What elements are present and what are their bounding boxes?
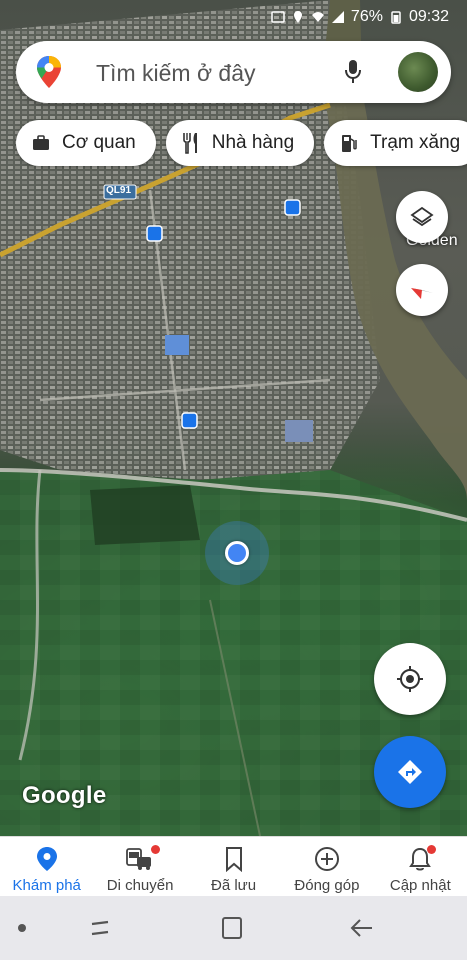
explore-pin-icon [36,847,57,871]
image-notification-icon [271,11,285,23]
home-icon[interactable] [218,914,246,942]
chip-label: Nhà hàng [211,132,295,153]
chip-work[interactable]: Cơ quan [16,120,156,166]
directions-icon [398,760,422,784]
nav-updates[interactable]: Cập nhật [374,837,467,896]
nav-label: Di chuyển [106,877,174,894]
chip-restaurants[interactable]: Nhà hàng [165,120,315,166]
commute-badge [151,845,161,854]
my-location-button[interactable] [374,643,446,715]
location-status-icon [293,11,302,23]
system-navigation-bar [0,896,467,960]
battery-icon [391,11,401,24]
nav-label: Đóng góp [294,877,360,894]
nav-label: Cập nhật [389,877,451,894]
clock: 09:32 [408,8,449,25]
battery-percent: 76% [350,8,383,25]
search-input[interactable]: Tìm kiếm ở đây [96,60,256,87]
search-bar[interactable]: Tìm kiếm ở đây [16,41,451,103]
recent-apps-icon[interactable] [86,914,114,942]
back-icon[interactable] [348,914,376,942]
google-attribution: Google [22,782,107,809]
status-bar: 76% 09:32 [0,0,467,32]
wifi-icon [311,12,324,22]
road-label: QL91 [106,185,132,196]
briefcase-icon [33,135,49,150]
compass-icon [411,288,433,299]
current-location-dot[interactable] [225,541,249,565]
bottom-navigation: Khám phá Di chuyển Đã lưu Đóng góp Cập n… [0,836,467,896]
directions-button[interactable] [374,736,446,808]
dot-indicator-icon[interactable] [14,920,30,936]
google-maps-pin-icon [37,56,61,88]
account-avatar[interactable] [398,52,438,92]
mic-icon[interactable] [343,58,363,86]
nav-saved[interactable]: Đã lưu [187,837,280,896]
crosshair-icon [397,666,423,692]
layers-icon [410,206,434,227]
category-chips: Cơ quan Nhà hàng Trạm xăng [16,120,467,166]
layers-button[interactable] [396,191,448,243]
nav-commute[interactable]: Di chuyển [93,837,186,896]
compass-button[interactable] [396,264,448,316]
chip-gas[interactable]: Trạm xăng [324,120,467,166]
nav-explore[interactable]: Khám phá [0,837,93,896]
fork-knife-icon [182,133,197,154]
chip-label: Cơ quan [62,132,136,153]
nav-label: Đã lưu [210,877,257,894]
chip-label: Trạm xăng [370,132,461,153]
add-circle-icon [314,847,339,871]
updates-badge [427,845,437,854]
gas-pump-icon [342,135,357,152]
nav-label: Khám phá [12,877,81,894]
signal-icon [331,11,344,23]
bookmark-icon [225,847,242,872]
nav-contribute[interactable]: Đóng góp [280,837,373,896]
